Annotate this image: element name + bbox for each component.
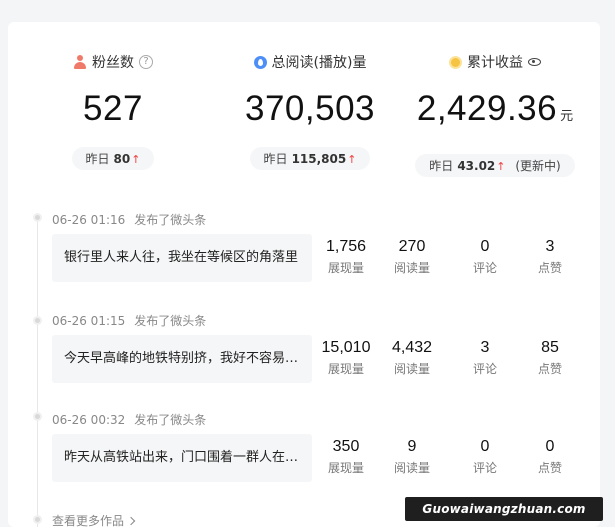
stat-fans-title: 粉丝数 ? <box>63 52 163 72</box>
stat-reads-title: 总阅读(播放)量 <box>230 52 390 72</box>
post-preview[interactable]: 昨天从高铁站出来，门口围着一群人在看热闹 <box>52 434 312 482</box>
stat-income-yesterday: 昨日 43.02↑ (更新中) <box>415 154 575 177</box>
arrow-up-icon: ↑ <box>347 153 357 166</box>
post-meta: 06-26 01:16 发布了微头条 <box>52 213 207 227</box>
post-item: 06-26 00:32 发布了微头条 昨天从高铁站出来，门口围着一群人在看热闹 3… <box>52 411 592 501</box>
stat-fans-label: 粉丝数 <box>92 55 134 71</box>
coin-icon <box>449 55 462 69</box>
stat-reads-value: 370,503 <box>244 89 376 128</box>
stat-reads-label: 总阅读(播放)量 <box>271 55 367 71</box>
post-preview[interactable]: 银行里人来人往，我坐在等候区的角落里 <box>52 234 312 282</box>
help-circle-icon[interactable]: ? <box>139 55 153 69</box>
metric-impressions: 350 展现量 <box>327 438 364 475</box>
drop-icon <box>253 55 267 69</box>
chevron-right-icon <box>126 516 136 526</box>
post-meta: 06-26 00:32 发布了微头条 <box>52 413 207 427</box>
timeline-dot <box>33 515 42 524</box>
timeline-dot <box>33 316 42 325</box>
stat-income: 累计收益 2,429.36 元 昨日 43.02↑ (更新中) <box>400 52 590 177</box>
post-item: 06-26 01:15 发布了微头条 今天早高峰的地铁特别挤，我好不容易才挤上车 … <box>52 312 592 402</box>
metric-comments: 0 评论 <box>472 238 497 275</box>
stat-fans: 粉丝数 ? 527 昨日 80↑ <box>63 52 163 170</box>
stat-fans-value: 527 <box>83 89 143 128</box>
metric-impressions: 1,756 展现量 <box>325 238 367 275</box>
arrow-up-icon: ↑ <box>496 160 506 173</box>
timeline-line <box>37 214 38 527</box>
metric-comments: 3 评论 <box>472 339 497 376</box>
timeline-dot <box>33 412 42 421</box>
post-preview[interactable]: 今天早高峰的地铁特别挤，我好不容易才挤上车 <box>52 335 312 383</box>
updating-note: (更新中) <box>515 159 561 173</box>
timeline-dot <box>33 213 42 222</box>
metric-reads: 270 阅读量 <box>393 238 430 275</box>
stat-reads: 总阅读(播放)量 370,503 昨日 115,805↑ <box>230 52 390 170</box>
watermark: Guowaiwangzhuan.com <box>405 497 603 521</box>
metric-reads: 4,432 阅读量 <box>391 339 433 376</box>
user-icon <box>73 55 87 69</box>
stats-row: 粉丝数 ? 527 昨日 80↑ 总阅读(播放)量 370,503 昨日 115,8… <box>8 52 600 202</box>
post-meta: 06-26 01:15 发布了微头条 <box>52 314 207 328</box>
stat-reads-yesterday: 昨日 115,805↑ <box>249 147 371 170</box>
metric-comments: 0 评论 <box>472 438 497 475</box>
metric-likes: 3 点赞 <box>537 238 562 275</box>
dashboard-card: 粉丝数 ? 527 昨日 80↑ 总阅读(播放)量 370,503 昨日 115,8… <box>8 22 600 527</box>
metric-reads: 9 阅读量 <box>393 438 430 475</box>
metric-impressions: 15,010 展现量 <box>321 339 371 376</box>
stat-fans-yesterday: 昨日 80↑ <box>71 147 155 170</box>
stat-income-label: 累计收益 <box>467 55 523 71</box>
post-item: 06-26 01:16 发布了微头条 银行里人来人往，我坐在等候区的角落里 1,7… <box>52 211 592 301</box>
arrow-up-icon: ↑ <box>131 153 141 166</box>
stat-income-title: 累计收益 <box>400 52 590 72</box>
view-more-link[interactable]: 查看更多作品 <box>52 512 136 527</box>
stat-income-value: 2,429.36 元 <box>416 89 574 128</box>
metric-likes: 85 点赞 <box>537 339 562 376</box>
metric-likes: 0 点赞 <box>537 438 562 475</box>
eye-icon[interactable] <box>528 58 541 66</box>
stat-income-unit: 元 <box>560 108 574 123</box>
